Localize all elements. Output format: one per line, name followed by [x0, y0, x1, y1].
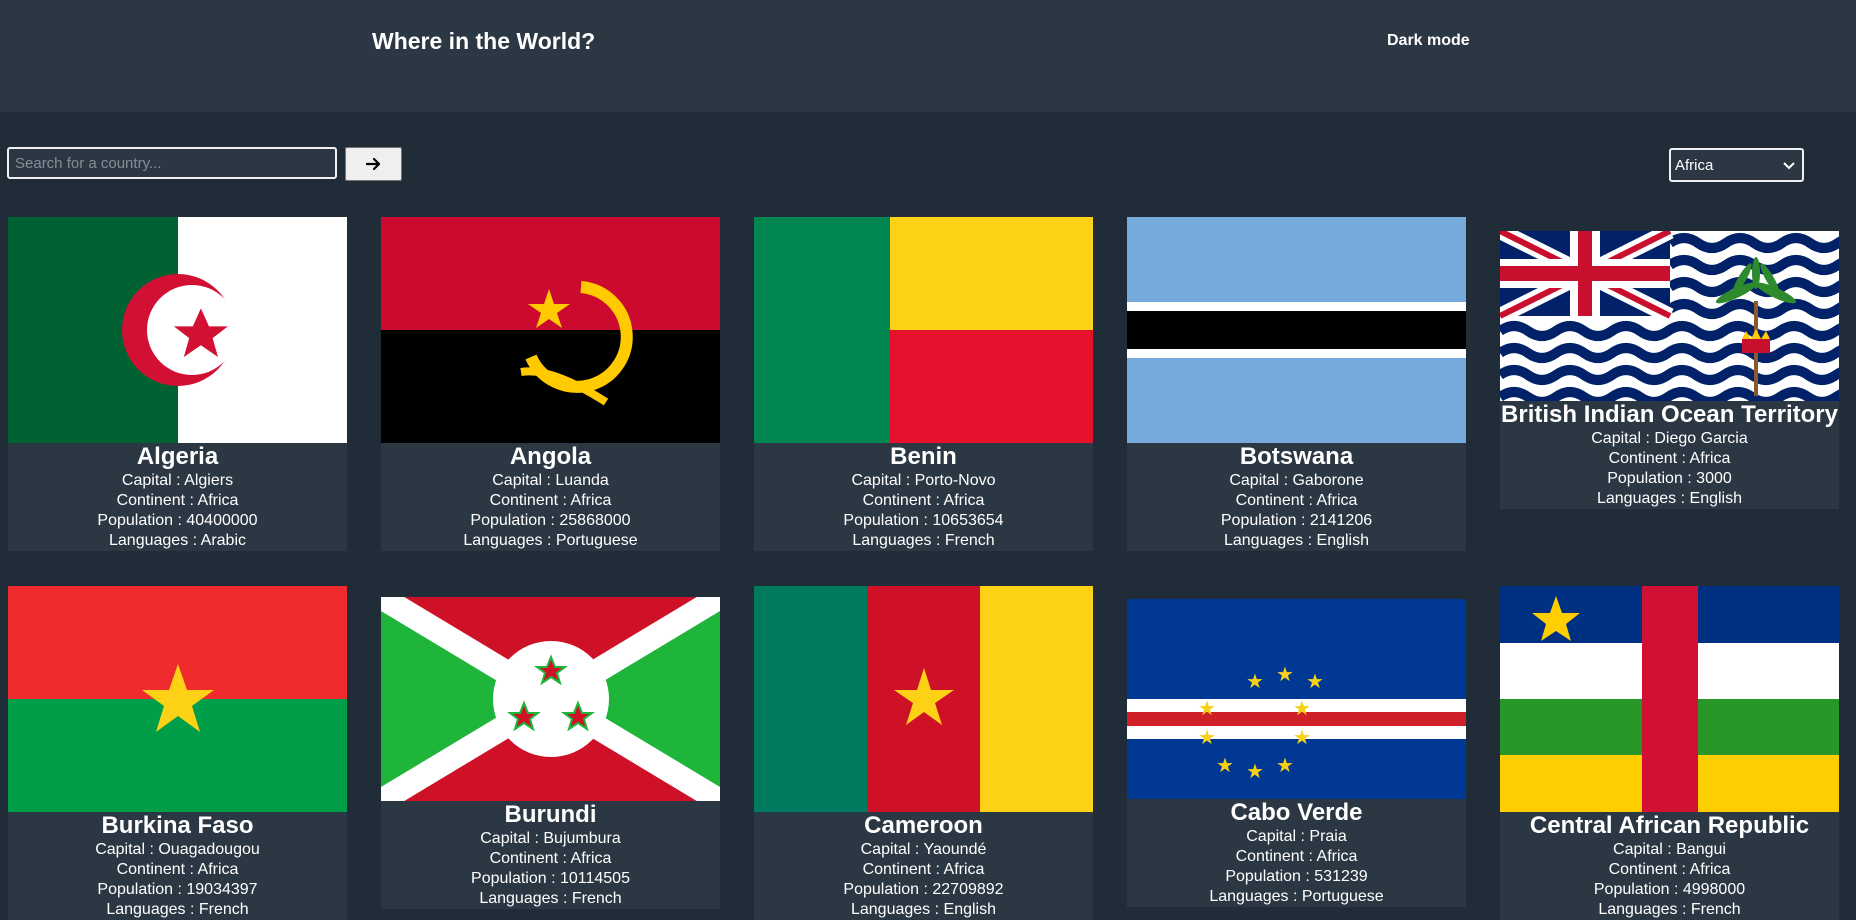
svg-text:★: ★	[1276, 662, 1294, 686]
british-indian-ocean-territory-flag	[1500, 231, 1839, 401]
svg-text:★: ★	[1306, 669, 1324, 693]
country-name: British Indian Ocean Territory	[1501, 401, 1838, 428]
country-card[interactable]: Botswana Capital : Gaborone Continent : …	[1127, 217, 1466, 551]
country-languages: Languages : English	[850, 901, 996, 918]
country-capital: Capital : Bujumbura	[480, 830, 621, 847]
country-population: Population : 22709892	[843, 881, 1004, 898]
country-card[interactable]: British Indian Ocean Territory Capital :…	[1500, 231, 1839, 509]
country-population: Population : 4998000	[1593, 881, 1746, 898]
country-population: Population : 25868000	[470, 512, 631, 529]
country-name: Cameroon	[864, 812, 983, 839]
country-continent: Continent : Africa	[489, 492, 612, 509]
search-input[interactable]	[7, 147, 337, 179]
country-capital: Capital : Yaoundé	[860, 841, 987, 858]
region-filter-value: Africa	[1675, 156, 1714, 174]
svg-text:★: ★	[1198, 725, 1216, 749]
country-continent: Continent : Africa	[1235, 492, 1358, 509]
svg-text:★: ★	[1293, 696, 1311, 720]
country-card[interactable]: Benin Capital : Porto-Novo Continent : A…	[754, 217, 1093, 551]
country-languages: Languages : French	[852, 532, 995, 549]
app-header: Where in the World? Dark mode	[0, 0, 1856, 112]
country-population: Population : 3000	[1607, 470, 1732, 487]
dark-mode-toggle[interactable]: Dark mode	[1387, 32, 1470, 50]
cabo-verde-flag: ★ ★ ★ ★ ★ ★ ★ ★ ★ ★	[1127, 599, 1466, 799]
country-card[interactable]: Burundi Capital : Bujumbura Continent : …	[381, 597, 720, 909]
country-languages: Languages : English	[1223, 532, 1369, 549]
country-card[interactable]: Central African Republic Capital : Bangu…	[1500, 586, 1839, 920]
country-continent: Continent : Africa	[116, 861, 239, 878]
country-languages: Languages : French	[1598, 901, 1741, 918]
burundi-flag	[381, 597, 720, 801]
country-languages: Languages : French	[106, 901, 249, 918]
country-population: Population : 40400000	[97, 512, 258, 529]
country-continent: Continent : Africa	[1608, 861, 1731, 878]
country-languages: Languages : Portuguese	[463, 532, 638, 549]
svg-text:★: ★	[1293, 725, 1311, 749]
country-capital: Capital : Luanda	[492, 472, 609, 489]
angola-flag	[381, 217, 720, 443]
country-name: Burundi	[504, 801, 597, 828]
country-capital: Capital : Algiers	[121, 472, 234, 489]
country-capital: Capital : Porto-Novo	[851, 472, 996, 489]
country-continent: Continent : Africa	[862, 861, 985, 878]
central-african-republic-flag	[1500, 586, 1839, 812]
svg-text:★: ★	[1216, 753, 1234, 777]
svg-text:★: ★	[1246, 759, 1264, 783]
cameroon-flag	[754, 586, 1093, 812]
svg-text:★: ★	[1246, 669, 1264, 693]
country-continent: Continent : Africa	[116, 492, 239, 509]
country-name: Angola	[509, 443, 592, 470]
country-population: Population : 19034397	[97, 881, 258, 898]
country-name: Algeria	[136, 443, 219, 470]
svg-text:★: ★	[1198, 696, 1216, 720]
country-name: Cabo Verde	[1230, 799, 1363, 826]
burkina-faso-flag	[8, 586, 347, 812]
search-button[interactable]	[345, 147, 402, 181]
country-capital: Capital : Praia	[1246, 828, 1347, 845]
country-name: Botswana	[1239, 443, 1354, 470]
app-title: Where in the World?	[372, 28, 596, 54]
svg-text:★: ★	[1276, 753, 1294, 777]
country-capital: Capital : Gaborone	[1229, 472, 1364, 489]
country-capital: Capital : Diego Garcia	[1591, 430, 1748, 447]
country-name: Benin	[890, 443, 957, 470]
country-card[interactable]: Algeria Capital : Algiers Continent : Af…	[8, 217, 347, 551]
country-continent: Continent : Africa	[489, 850, 612, 867]
country-continent: Continent : Africa	[1608, 450, 1731, 467]
country-population: Population : 531239	[1225, 868, 1368, 885]
benin-flag	[754, 217, 1093, 443]
country-population: Population : 10653654	[843, 512, 1004, 529]
country-capital: Capital : Ouagadougou	[95, 841, 260, 858]
arrow-right-icon	[365, 157, 380, 171]
country-continent: Continent : Africa	[1235, 848, 1358, 865]
region-filter-select[interactable]: Africa	[1669, 148, 1804, 182]
chevron-down-icon	[1783, 162, 1795, 170]
country-capital: Capital : Bangui	[1613, 841, 1726, 858]
country-card[interactable]: Cameroon Capital : Yaoundé Continent : A…	[754, 586, 1093, 920]
algeria-flag	[8, 217, 347, 443]
country-languages: Languages : Arabic	[109, 532, 246, 549]
country-population: Population : 2141206	[1220, 512, 1373, 529]
country-card[interactable]: Angola Capital : Luanda Continent : Afri…	[381, 217, 720, 551]
botswana-flag	[1127, 217, 1466, 443]
country-card[interactable]: Burkina Faso Capital : Ouagadougou Conti…	[8, 586, 347, 920]
country-languages: Languages : English	[1596, 490, 1742, 507]
country-languages: Languages : French	[479, 890, 622, 907]
country-population: Population : 10114505	[471, 870, 630, 887]
country-name: Burkina Faso	[101, 812, 254, 839]
country-continent: Continent : Africa	[862, 492, 985, 509]
country-name: Central African Republic	[1529, 812, 1810, 839]
country-card[interactable]: ★ ★ ★ ★ ★ ★ ★ ★ ★ ★ Cabo Verde Capital :…	[1127, 599, 1466, 907]
country-languages: Languages : Portuguese	[1209, 888, 1384, 905]
